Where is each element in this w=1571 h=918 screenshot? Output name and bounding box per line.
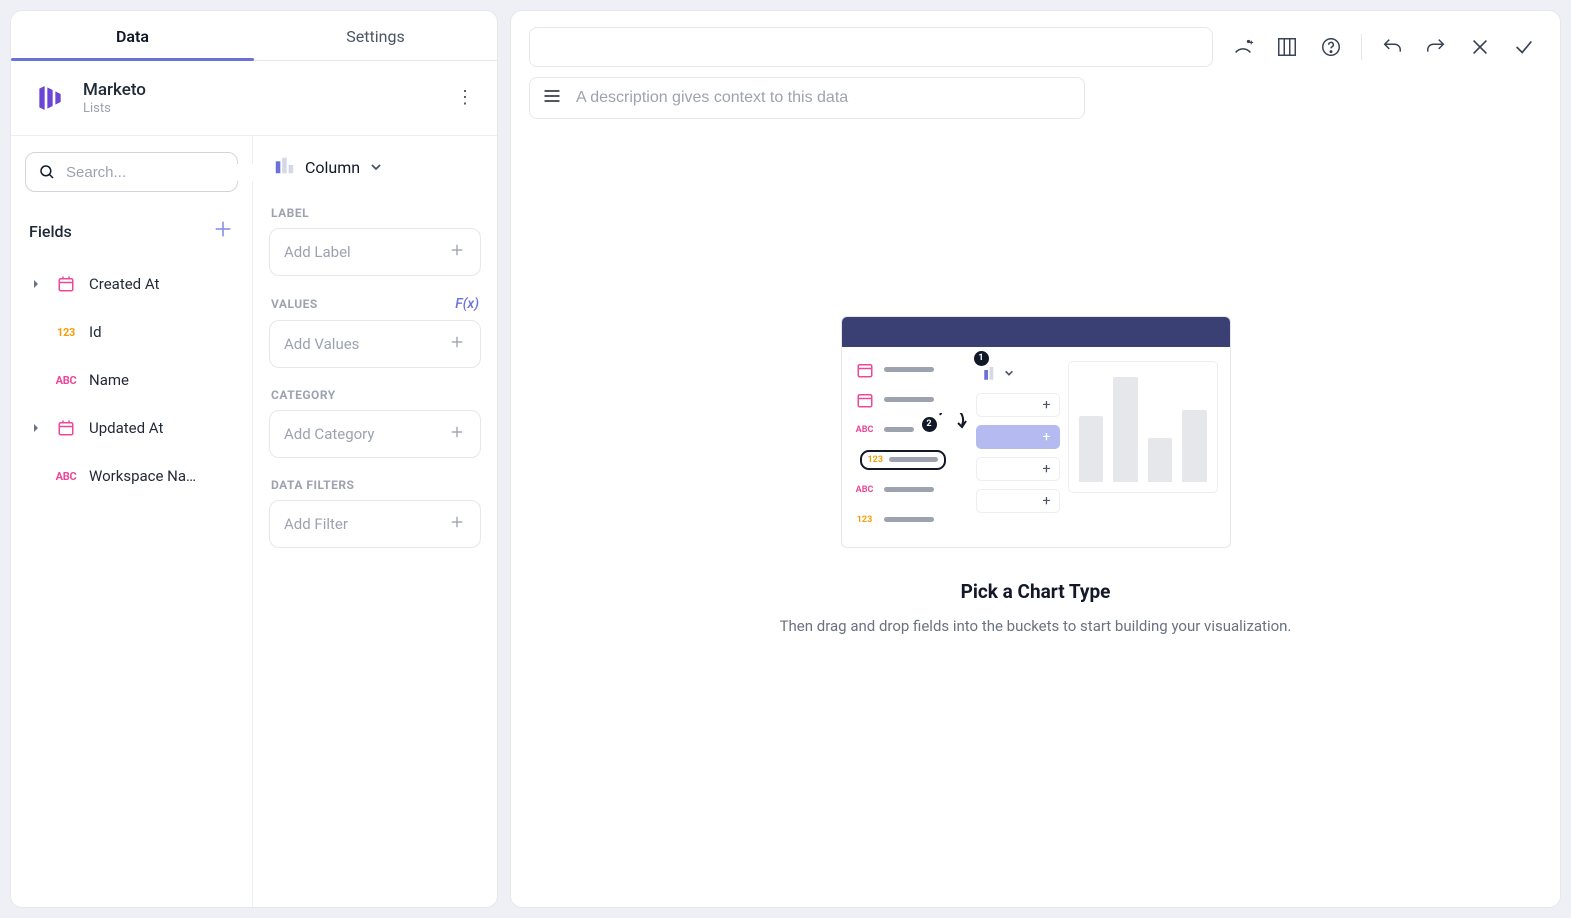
chevron-right-icon bbox=[29, 423, 43, 433]
search-icon bbox=[38, 163, 56, 181]
fields-list: Created At 123 Id ABC Name bbox=[25, 260, 238, 500]
field-id[interactable]: 123 Id bbox=[25, 308, 238, 356]
chevron-right-icon bbox=[29, 279, 43, 289]
fields-column: Fields Created At 123 Id bbox=[11, 136, 253, 907]
gauge-icon[interactable] bbox=[1225, 29, 1261, 65]
tab-data[interactable]: Data bbox=[11, 11, 254, 60]
chart-type-label: Column bbox=[305, 158, 360, 177]
text-type-icon: ABC bbox=[53, 470, 79, 483]
empty-subtitle: Then drag and drop fields into the bucke… bbox=[780, 617, 1292, 635]
dropzone-placeholder: Add Label bbox=[284, 243, 351, 261]
section-label: LABEL bbox=[271, 206, 309, 220]
field-created-at[interactable]: Created At bbox=[25, 260, 238, 308]
plus-icon bbox=[448, 333, 466, 355]
dropzone-placeholder: Add Values bbox=[284, 335, 359, 353]
category-dropzone[interactable]: Add Category bbox=[269, 410, 481, 458]
close-icon[interactable] bbox=[1462, 29, 1498, 65]
undo-icon[interactable] bbox=[1374, 29, 1410, 65]
confirm-icon[interactable] bbox=[1506, 29, 1542, 65]
dropzone-placeholder: Add Category bbox=[284, 425, 375, 443]
description-row[interactable] bbox=[529, 77, 1085, 119]
source-subtitle: Lists bbox=[83, 101, 439, 116]
add-field-button[interactable] bbox=[212, 218, 234, 244]
data-source-header: Marketo Lists ⋮ bbox=[11, 61, 497, 136]
search-input[interactable] bbox=[66, 164, 265, 181]
config-column: Column LABEL Add Label VALUES F(x) bbox=[253, 136, 497, 907]
tabs: Data Settings bbox=[11, 11, 497, 61]
description-input[interactable] bbox=[576, 89, 1072, 107]
fx-button[interactable]: F(x) bbox=[455, 296, 479, 312]
section-category: CATEGORY bbox=[271, 388, 336, 402]
chart-type-selector[interactable]: Column bbox=[269, 152, 481, 186]
empty-state-illustration: ABC 123 ABC 123 2 1 bbox=[841, 316, 1231, 548]
chart-title-input[interactable] bbox=[529, 27, 1213, 67]
left-panel: Data Settings Marketo Lists ⋮ bbox=[10, 10, 498, 908]
field-label: Updated At bbox=[89, 419, 234, 437]
section-data-filters: DATA FILTERS bbox=[271, 478, 354, 492]
grid-icon[interactable] bbox=[1269, 29, 1305, 65]
redo-icon[interactable] bbox=[1418, 29, 1454, 65]
chevron-down-icon bbox=[370, 158, 382, 177]
paragraph-icon bbox=[542, 86, 562, 110]
label-dropzone[interactable]: Add Label bbox=[269, 228, 481, 276]
values-dropzone[interactable]: Add Values bbox=[269, 320, 481, 368]
search-box[interactable] bbox=[25, 152, 238, 192]
field-label: Created At bbox=[89, 275, 234, 293]
marketo-logo-icon bbox=[31, 79, 69, 117]
filters-dropzone[interactable]: Add Filter bbox=[269, 500, 481, 548]
help-icon[interactable] bbox=[1313, 29, 1349, 65]
empty-title: Pick a Chart Type bbox=[961, 580, 1111, 603]
source-menu-button[interactable]: ⋮ bbox=[453, 89, 477, 107]
fields-heading: Fields bbox=[29, 222, 72, 241]
field-updated-at[interactable]: Updated At bbox=[25, 404, 238, 452]
field-label: Name bbox=[89, 371, 234, 389]
text-type-icon: ABC bbox=[53, 374, 79, 387]
section-values: VALUES bbox=[271, 297, 318, 311]
calendar-icon bbox=[53, 419, 79, 437]
dropzone-placeholder: Add Filter bbox=[284, 515, 348, 533]
field-name[interactable]: ABC Name bbox=[25, 356, 238, 404]
empty-state: ABC 123 ABC 123 2 1 bbox=[529, 119, 1542, 891]
field-label: Id bbox=[89, 323, 234, 341]
plus-icon bbox=[448, 423, 466, 445]
tab-settings[interactable]: Settings bbox=[254, 11, 497, 60]
number-type-icon: 123 bbox=[53, 326, 79, 339]
column-chart-icon bbox=[273, 154, 295, 180]
source-name: Marketo bbox=[83, 80, 439, 100]
topbar bbox=[529, 27, 1542, 67]
right-panel: ABC 123 ABC 123 2 1 bbox=[510, 10, 1561, 908]
field-workspace-name[interactable]: ABC Workspace Na… bbox=[25, 452, 238, 500]
field-label: Workspace Na… bbox=[89, 467, 234, 485]
plus-icon bbox=[448, 513, 466, 535]
plus-icon bbox=[448, 241, 466, 263]
calendar-icon bbox=[53, 275, 79, 293]
